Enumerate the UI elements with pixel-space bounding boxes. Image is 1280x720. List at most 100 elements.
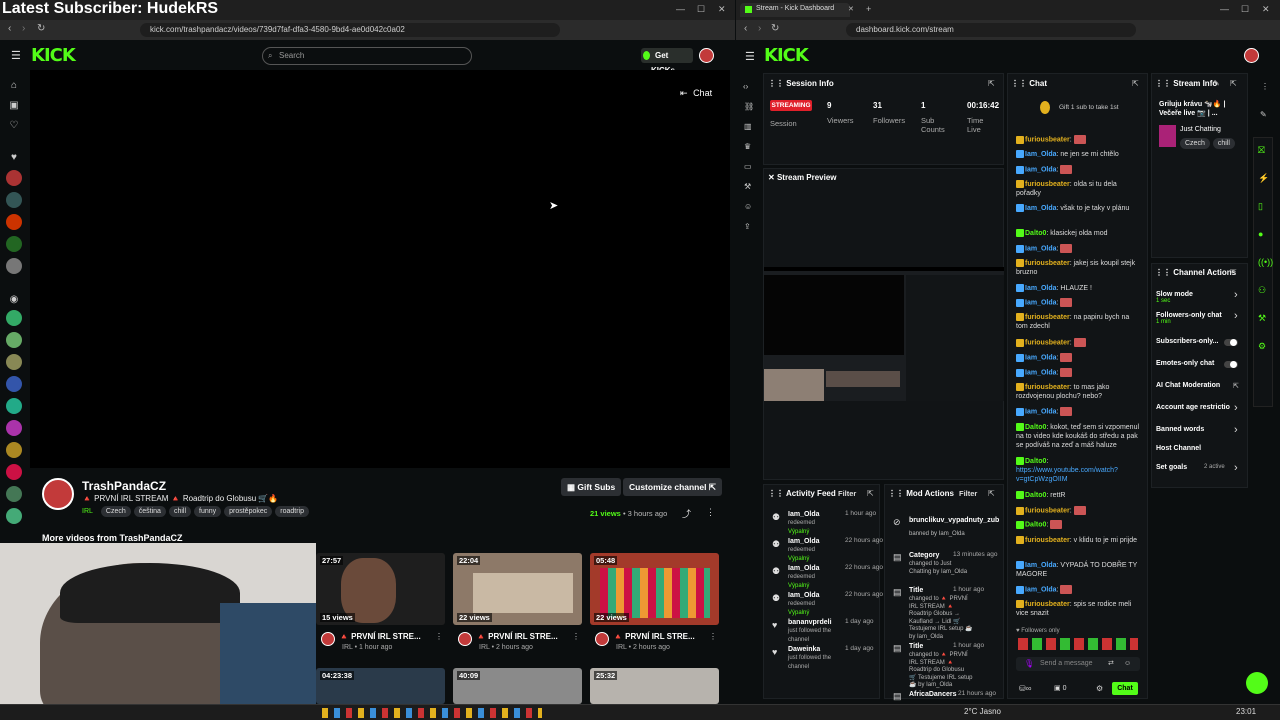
recommended-channel-avatar[interactable] bbox=[6, 420, 22, 436]
hamburger-menu-icon[interactable]: ☰ bbox=[11, 49, 21, 62]
maximize-icon[interactable]: ☐ bbox=[697, 4, 705, 15]
forward-icon[interactable]: › bbox=[22, 23, 25, 34]
chat-username[interactable]: furiousbeater bbox=[1025, 384, 1070, 391]
translate-icon[interactable]: ⇄ bbox=[1108, 657, 1114, 671]
chat-toggle-button[interactable]: ⇤ Chat bbox=[680, 88, 712, 99]
chat-message[interactable]: furiousbeater: jakej sis koupil stejk br… bbox=[1016, 259, 1140, 277]
chat-username[interactable]: Dalto0 bbox=[1025, 492, 1046, 499]
activity-item[interactable]: Iam_Olda redeemed Výpalný bbox=[788, 591, 848, 618]
video-more-icon[interactable]: ⋮ bbox=[709, 632, 717, 641]
chat-username[interactable]: furiousbeater bbox=[1025, 314, 1070, 321]
toggle-switch[interactable] bbox=[1224, 339, 1238, 346]
channel-tag[interactable]: roadtrip bbox=[275, 506, 309, 517]
activity-user[interactable]: Iam_Olda bbox=[788, 592, 820, 599]
monitor-icon[interactable]: ▭ bbox=[744, 162, 752, 171]
community-icon[interactable]: ☺ bbox=[744, 202, 752, 211]
back-icon[interactable]: ‹ bbox=[744, 23, 747, 34]
video-title[interactable]: 🔺 PRVNÍ IRL STRE... bbox=[476, 632, 558, 641]
emoji-icon[interactable]: ☺ bbox=[1124, 657, 1131, 671]
chat-username[interactable]: Iam_Olda bbox=[1025, 354, 1057, 361]
chat-message[interactable]: Dalto0: https://www.youtube.com/watch?v=… bbox=[1016, 457, 1140, 484]
customize-channel-button[interactable]: Customize channel ⇱ bbox=[623, 478, 722, 496]
video-thumbnail[interactable]: 22:04 22 views bbox=[453, 553, 582, 625]
chat-username[interactable]: Iam_Olda bbox=[1025, 166, 1057, 173]
chat-message[interactable]: Dalto0: rettR bbox=[1016, 491, 1140, 500]
recommended-channel-avatar[interactable] bbox=[6, 354, 22, 370]
reload-icon[interactable]: ↻ bbox=[37, 23, 45, 34]
chat-username[interactable]: furiousbeater bbox=[1025, 537, 1070, 544]
channel-tag[interactable]: prostěpokec bbox=[224, 506, 273, 517]
url-field[interactable]: kick.com/trashpandacz/videos/739d7faf-df… bbox=[140, 23, 560, 37]
reload-icon[interactable]: ↻ bbox=[771, 23, 779, 34]
video-channel-avatar[interactable] bbox=[321, 632, 335, 646]
chat-message[interactable]: Iam_Olda: ne jen se mi chtělo bbox=[1016, 150, 1140, 159]
chevron-right-icon[interactable]: › bbox=[1234, 462, 1238, 474]
ban-icon[interactable]: ⛝ bbox=[1258, 145, 1265, 156]
channel-avatar[interactable] bbox=[42, 478, 74, 510]
channel-action-row[interactable]: Emotes-only chat bbox=[1156, 360, 1214, 367]
pencil-icon[interactable]: ✎ bbox=[1260, 110, 1267, 119]
chat-message[interactable]: Dalto0: klasickej olda mod bbox=[1016, 229, 1140, 238]
recommended-channel-avatar[interactable] bbox=[6, 464, 22, 480]
back-icon[interactable]: ‹ bbox=[8, 23, 11, 34]
browse-icon[interactable]: ▣ bbox=[8, 100, 20, 112]
following-icon[interactable]: ♡ bbox=[8, 120, 20, 132]
channel-action-row[interactable]: Followers-only chat 1 min bbox=[1156, 312, 1222, 325]
tools-icon[interactable]: ⚒ bbox=[1258, 313, 1266, 324]
chat-username[interactable]: Dalto0 bbox=[1025, 424, 1046, 431]
search-input[interactable]: ⌕ Search bbox=[262, 47, 472, 65]
chat-input[interactable]: 🎙 Send a message ⇄ ☺ bbox=[1016, 657, 1140, 671]
link-icon[interactable]: ⛓ bbox=[744, 102, 754, 111]
chevron-right-icon[interactable]: › bbox=[1234, 424, 1238, 436]
stream-category[interactable]: Just Chatting bbox=[1180, 126, 1221, 133]
chat-message[interactable]: Iam_Olda: HLAUZE ! bbox=[1016, 284, 1140, 293]
channel-tag[interactable]: čeština bbox=[133, 506, 166, 517]
more-options-icon[interactable]: ⋮ bbox=[706, 507, 715, 518]
chat-send-button[interactable]: Chat bbox=[1112, 682, 1138, 695]
user-avatar[interactable] bbox=[699, 48, 714, 63]
share-icon[interactable]: ⤴ bbox=[682, 507, 691, 520]
mod-action-item[interactable]: Title changed to 🔺 PRVNÍ IRL STREAM 🔺 Roa… bbox=[909, 586, 973, 641]
chat-message[interactable]: Iam_Olda: bbox=[1016, 353, 1140, 362]
kick-logo[interactable]: KICK bbox=[764, 45, 809, 66]
chat-username[interactable]: Iam_Olda bbox=[1025, 408, 1057, 415]
chat-message[interactable]: Iam_Olda: bbox=[1016, 244, 1140, 253]
stream-info-drag-icon[interactable]: ⋮⋮ bbox=[1155, 79, 1171, 88]
broadcast-icon[interactable]: ((•)) bbox=[1258, 257, 1273, 267]
chat-username[interactable]: furiousbeater bbox=[1025, 260, 1070, 267]
channel-name[interactable]: TrashPandaCZ bbox=[82, 479, 166, 493]
popout-icon[interactable]: ⇱ bbox=[988, 79, 995, 88]
stream-preview-video[interactable] bbox=[764, 267, 1004, 401]
channel-tag[interactable]: funny bbox=[194, 506, 222, 517]
chat-username[interactable]: Iam_Olda bbox=[1025, 205, 1057, 212]
trophy-icon[interactable]: ♛ bbox=[744, 142, 751, 151]
mod-filter-button[interactable]: Filter bbox=[959, 489, 977, 498]
gift-banner-text[interactable]: Gift 1 sub to take 1st bbox=[1059, 104, 1119, 111]
chat-message[interactable]: Iam_Olda: bbox=[1016, 585, 1140, 594]
collapse-icon[interactable]: ‹› bbox=[743, 82, 748, 91]
user-remove-icon[interactable]: ⚇ bbox=[1258, 285, 1266, 296]
chevron-right-icon[interactable]: › bbox=[1234, 289, 1238, 301]
activity-item[interactable]: Iam_Olda redeemed Výpalný bbox=[788, 537, 848, 564]
mod-action-item[interactable]: brunclikuv_vypadnuty_zub banned by Iam_Ol… bbox=[909, 516, 999, 539]
activity-item[interactable]: Iam_Olda redeemed Výpalný bbox=[788, 510, 848, 537]
chat-username[interactable]: Iam_Olda bbox=[1025, 299, 1057, 306]
activity-item[interactable]: Iam_Olda redeemed Výpalný bbox=[788, 564, 848, 591]
channel-tag[interactable]: chill bbox=[168, 506, 191, 517]
video-more-icon[interactable]: ⋮ bbox=[435, 632, 443, 641]
clock[interactable]: 23:01 bbox=[1236, 707, 1256, 716]
video-more-icon[interactable]: ⋮ bbox=[572, 632, 580, 641]
chat-username[interactable]: furiousbeater bbox=[1025, 136, 1070, 143]
url-field[interactable]: dashboard.kick.com/stream bbox=[846, 23, 1136, 37]
recommended-channel-avatar[interactable] bbox=[6, 486, 22, 502]
close-icon[interactable]: ✕ bbox=[718, 4, 726, 15]
activity-drag-icon[interactable]: ⋮⋮ bbox=[768, 489, 784, 498]
minimize-icon[interactable]: — bbox=[676, 4, 685, 14]
emote-bar[interactable] bbox=[1018, 638, 1138, 650]
chevron-right-icon[interactable]: › bbox=[1234, 310, 1238, 322]
channel-actions-popout-icon[interactable]: ⇱ bbox=[1230, 268, 1237, 277]
chat-username[interactable]: furiousbeater bbox=[1025, 181, 1070, 188]
chat-message[interactable]: furiousbeater: bbox=[1016, 506, 1140, 515]
chat-message[interactable]: furiousbeater: na papiru bych na tom zde… bbox=[1016, 313, 1140, 331]
weather-widget[interactable]: 2°C Jasno bbox=[964, 707, 1001, 716]
